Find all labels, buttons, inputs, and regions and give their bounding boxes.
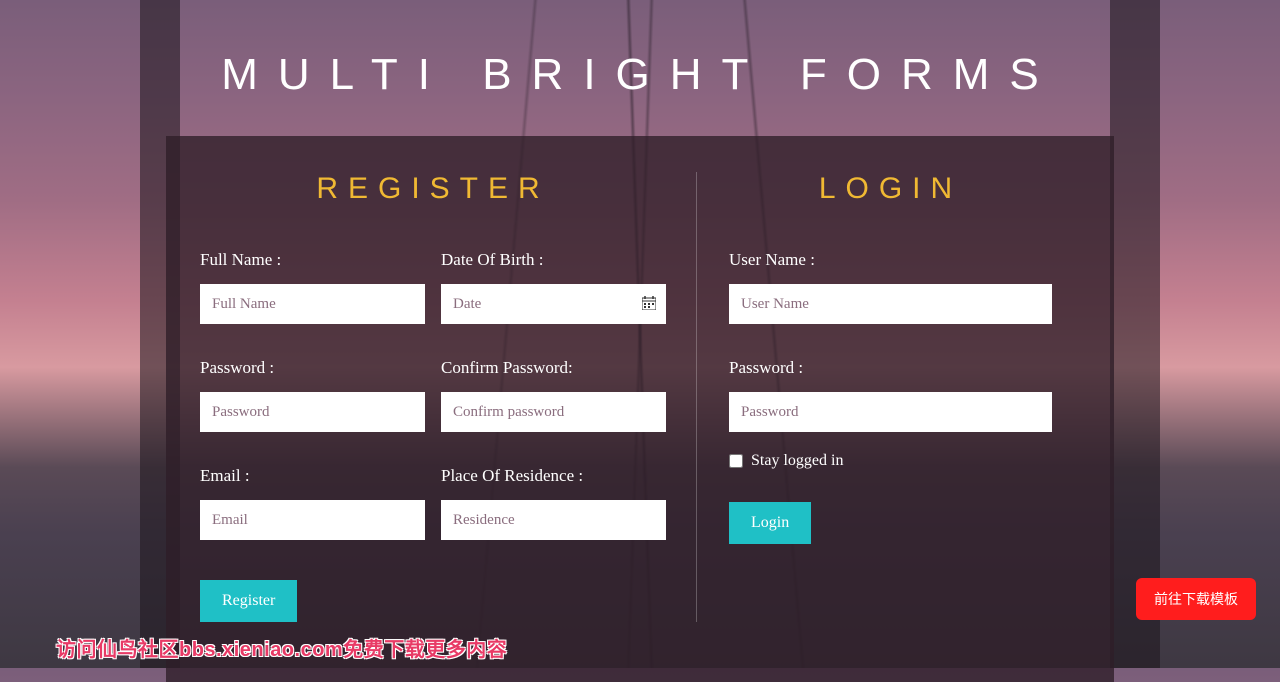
login-button[interactable]: Login: [729, 502, 811, 544]
full-name-input[interactable]: [200, 284, 425, 324]
username-input[interactable]: [729, 284, 1052, 324]
register-panel: Register Full Name : Date Of Birth : Pas…: [196, 172, 696, 622]
stay-logged-checkbox[interactable]: [729, 454, 743, 468]
login-password-input[interactable]: [729, 392, 1052, 432]
download-template-button[interactable]: 前往下载模板: [1136, 578, 1256, 620]
username-label: User Name :: [729, 250, 1052, 270]
register-password-input[interactable]: [200, 392, 425, 432]
password-label: Password :: [200, 358, 425, 378]
residence-input[interactable]: [441, 500, 666, 540]
email-input[interactable]: [200, 500, 425, 540]
residence-label: Place Of Residence :: [441, 466, 666, 486]
login-password-label: Password :: [729, 358, 1052, 378]
full-name-label: Full Name :: [200, 250, 425, 270]
stay-logged-label: Stay logged in: [751, 452, 843, 470]
watermark-text: 访问仙鸟社区bbs.xieniao.com免费下载更多内容: [56, 633, 507, 662]
dob-label: Date Of Birth :: [441, 250, 666, 270]
email-label: Email :: [200, 466, 425, 486]
confirm-password-input[interactable]: [441, 392, 666, 432]
login-title: Login: [729, 172, 1052, 206]
forms-card: Register Full Name : Date Of Birth : Pas…: [166, 136, 1114, 682]
dob-input[interactable]: [441, 284, 666, 324]
confirm-password-label: Confirm Password:: [441, 358, 666, 378]
register-title: Register: [200, 172, 666, 206]
page-title: Multi Bright Forms: [0, 0, 1280, 136]
login-panel: Login User Name : Password : Stay logged…: [696, 172, 1052, 622]
register-button[interactable]: Register: [200, 580, 297, 622]
